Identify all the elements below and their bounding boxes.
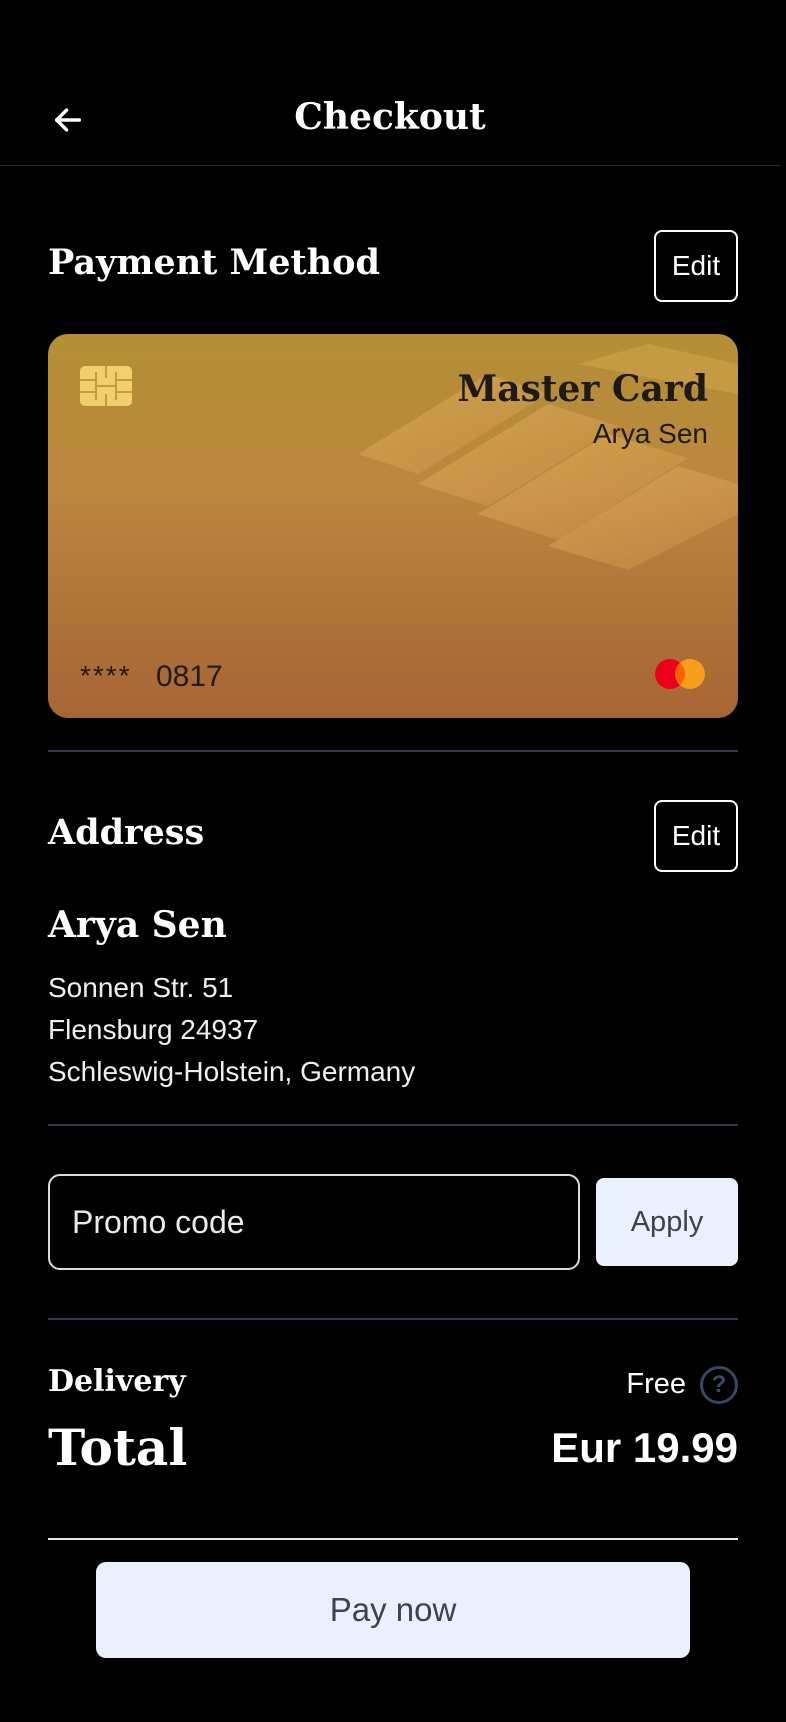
question-circle-icon[interactable]: ? — [700, 1366, 738, 1404]
mastercard-logo-icon — [655, 659, 705, 689]
divider — [48, 1318, 738, 1320]
header: Checkout — [0, 0, 780, 166]
checkout-screen: Checkout Payment Method Edit Master Card… — [0, 0, 786, 1722]
promo-code-input[interactable] — [48, 1174, 580, 1270]
address-region: Schleswig-Holstein, Germany — [48, 1056, 416, 1087]
delivery-label: Delivery — [48, 1364, 186, 1399]
address-name: Arya Sen — [48, 904, 227, 946]
card-brand: Master Card — [457, 368, 708, 410]
total-label: Total — [48, 1418, 188, 1477]
delivery-value: Free — [626, 1368, 686, 1400]
address-title: Address — [48, 812, 205, 853]
card-number-mask: **** — [80, 660, 132, 691]
divider — [48, 1538, 738, 1540]
divider — [48, 750, 738, 752]
payment-method-title: Payment Method — [48, 242, 380, 283]
total-value: Eur 19.99 — [551, 1424, 738, 1471]
card-last-digits: 0817 — [156, 660, 223, 693]
payment-card[interactable]: Master Card Arya Sen **** 0817 — [48, 334, 738, 718]
apply-promo-button[interactable]: Apply — [596, 1178, 738, 1266]
pay-now-button[interactable]: Pay now — [96, 1562, 690, 1658]
address-city: Flensburg 24937 — [48, 1014, 259, 1045]
edit-address-button[interactable]: Edit — [654, 800, 738, 872]
page-title: Checkout — [294, 96, 486, 138]
divider — [48, 1124, 738, 1126]
card-holder: Arya Sen — [592, 418, 708, 449]
edit-payment-button[interactable]: Edit — [654, 230, 738, 302]
chip-icon — [80, 366, 132, 406]
address-street: Sonnen Str. 51 — [48, 972, 234, 1003]
